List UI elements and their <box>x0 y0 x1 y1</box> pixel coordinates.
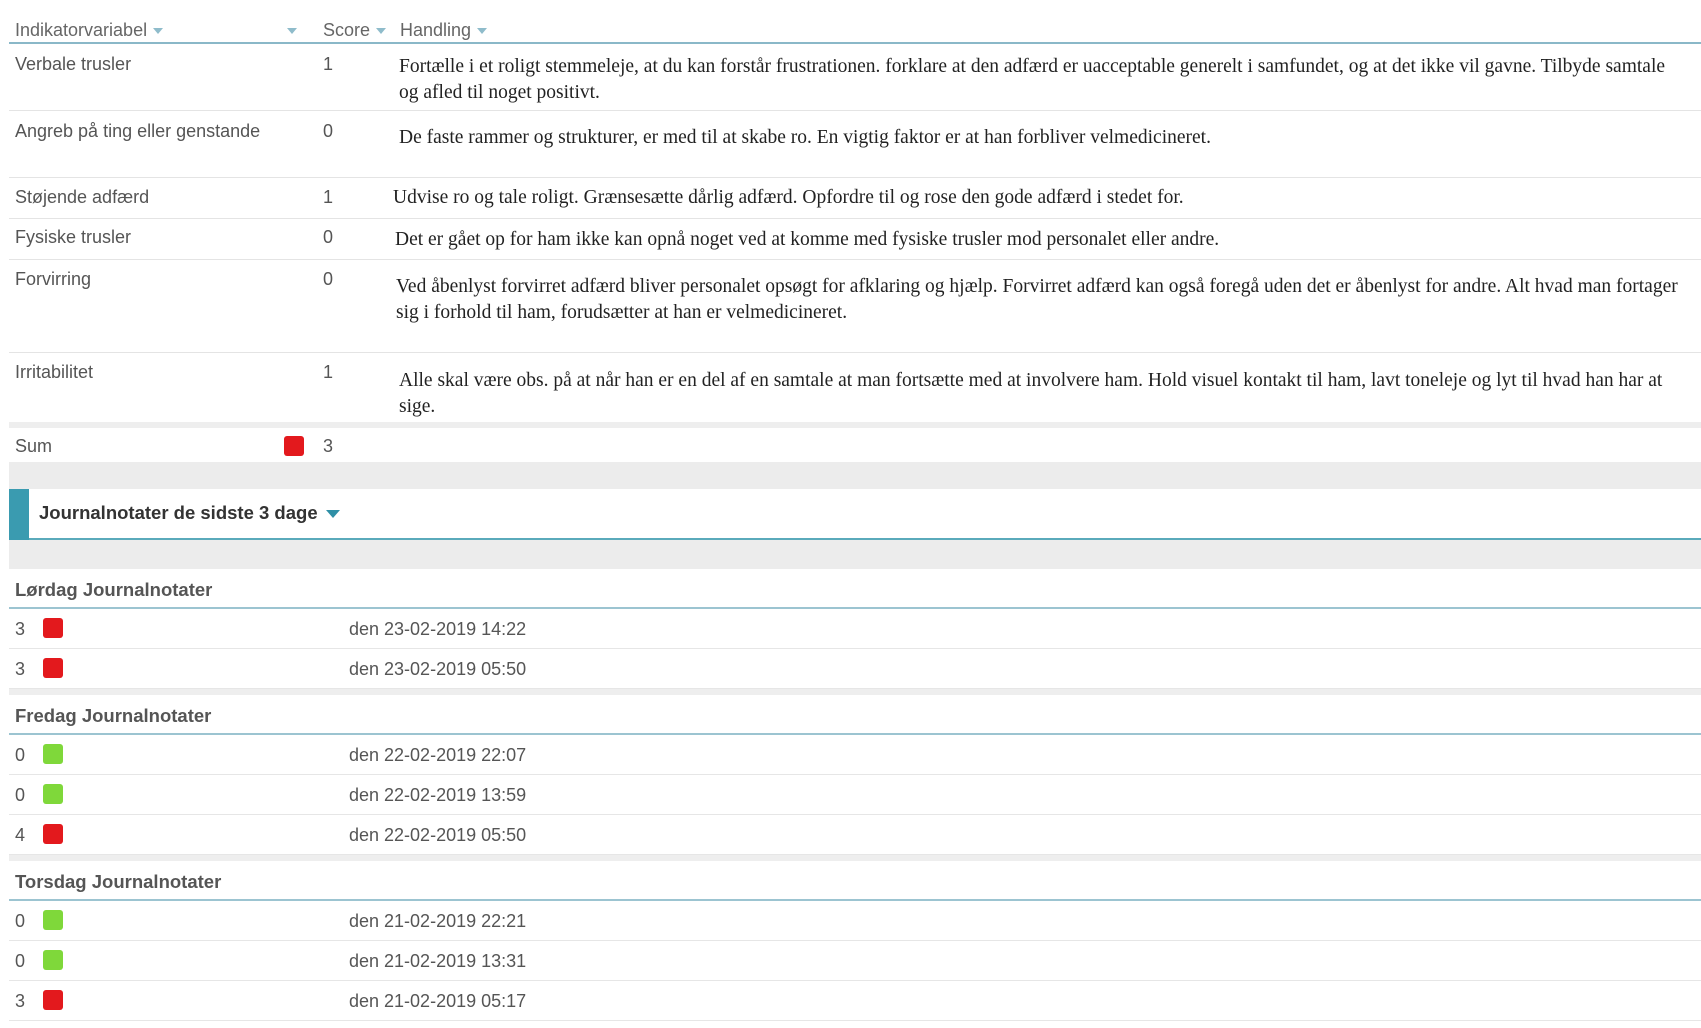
table-row: Verbale trusler 1 Fortælle i et roligt s… <box>9 44 1701 111</box>
status-indicator-icon <box>43 990 63 1010</box>
action-text: Fortælle i et roligt stemmeleje, at du k… <box>399 56 1666 103</box>
journal-entry[interactable]: 3 den 21-02-2019 05:17 <box>9 981 1701 1021</box>
indicator-score: 1 <box>323 54 334 74</box>
entry-score: 0 <box>15 785 26 805</box>
action-text: Det er gået op for ham ikke kan opnå nog… <box>395 229 1220 250</box>
status-indicator-icon <box>43 658 63 678</box>
indicator-score: 0 <box>323 269 334 289</box>
entry-date[interactable]: den 21-02-2019 22:21 <box>349 911 526 932</box>
section-title[interactable]: Journalnotater de sidste 3 dage <box>39 502 340 524</box>
day-header: Fredag Journalnotater <box>9 695 1701 735</box>
journal-entry[interactable]: 3 den 23-02-2019 14:22 <box>9 609 1701 649</box>
sort-caret-icon[interactable] <box>477 28 488 35</box>
table-header: Indikatorvariabel Score Handling <box>9 8 1701 44</box>
status-indicator-icon <box>43 950 63 970</box>
entry-score: 4 <box>15 825 26 845</box>
status-indicator-icon <box>43 744 63 764</box>
status-indicator-icon <box>43 618 63 638</box>
table-row: Irritabilitet 1 Alle skal være obs. på a… <box>9 353 1701 419</box>
entry-score: 3 <box>15 659 26 679</box>
journal-entry[interactable]: 0 den 21-02-2019 13:31 <box>9 941 1701 981</box>
collapse-caret-icon[interactable] <box>325 510 340 519</box>
table-row: Angreb på ting eller genstande 0 De fast… <box>9 111 1701 178</box>
entry-date[interactable]: den 22-02-2019 13:59 <box>349 785 526 806</box>
journal-entry[interactable]: 0 den 21-02-2019 22:21 <box>9 901 1701 941</box>
status-indicator-icon <box>284 436 304 456</box>
header-action[interactable]: Handling <box>400 20 488 41</box>
sum-label: Sum <box>15 436 53 456</box>
entry-score: 0 <box>15 911 26 931</box>
sum-value: 3 <box>323 436 334 456</box>
journal-entry[interactable]: 3 den 23-02-2019 05:50 <box>9 649 1701 689</box>
table-row: Forvirring 0 Ved åbenlyst forvirret adfæ… <box>9 260 1701 353</box>
status-indicator-icon <box>43 824 63 844</box>
column-filter[interactable] <box>281 20 297 41</box>
day-header: Torsdag Journalnotater <box>9 861 1701 901</box>
table-row: Fysiske trusler 0 Det er gået op for ham… <box>9 219 1701 260</box>
journal-section-header[interactable]: Journalnotater de sidste 3 dage <box>9 489 1701 540</box>
indicator-score: 1 <box>323 362 334 382</box>
entry-score: 0 <box>15 745 26 765</box>
header-indicator[interactable]: Indikatorvariabel <box>15 20 164 41</box>
indicator-label: Fysiske trusler <box>15 227 132 247</box>
indicator-score: 0 <box>323 227 334 247</box>
sort-caret-icon[interactable] <box>153 28 164 35</box>
section-accent-bar <box>9 489 29 540</box>
indicator-label: Verbale trusler <box>15 54 132 74</box>
indicator-label: Irritabilitet <box>15 362 94 382</box>
entry-date[interactable]: den 23-02-2019 05:50 <box>349 659 526 680</box>
action-text: Udvise ro og tale roligt. Grænsesætte då… <box>393 187 1184 208</box>
indicator-label: Støjende adfærd <box>15 187 150 207</box>
entry-score: 3 <box>15 619 26 639</box>
separator <box>9 540 1701 569</box>
indicator-score: 1 <box>323 187 334 207</box>
separator <box>9 462 1701 489</box>
indicator-label: Forvirring <box>15 269 92 289</box>
journal-entry[interactable]: 0 den 22-02-2019 22:07 <box>9 735 1701 775</box>
header-score[interactable]: Score <box>323 20 387 41</box>
action-text: Ved åbenlyst forvirret adfærd bliver per… <box>396 276 1678 323</box>
journal-entry[interactable]: 4 den 22-02-2019 05:50 <box>9 815 1701 855</box>
entry-date[interactable]: den 22-02-2019 05:50 <box>349 825 526 846</box>
entry-date[interactable]: den 22-02-2019 22:07 <box>349 745 526 766</box>
journal-entry[interactable]: 0 den 22-02-2019 13:59 <box>9 775 1701 815</box>
entry-date[interactable]: den 21-02-2019 13:31 <box>349 951 526 972</box>
page: Indikatorvariabel Score Handling Verbale… <box>9 0 1701 1028</box>
action-text: Alle skal være obs. på at når han er en … <box>399 370 1663 417</box>
filter-caret-icon[interactable] <box>287 28 297 35</box>
entry-score: 0 <box>15 951 26 971</box>
entry-date[interactable]: den 23-02-2019 14:22 <box>349 619 526 640</box>
sort-caret-icon[interactable] <box>376 28 387 35</box>
status-indicator-icon <box>43 910 63 930</box>
indicator-label: Angreb på ting eller genstande <box>15 121 261 141</box>
indicator-score: 0 <box>323 121 334 141</box>
entry-score: 3 <box>15 991 26 1011</box>
action-text: De faste rammer og strukturer, er med ti… <box>399 127 1211 148</box>
entry-date[interactable]: den 21-02-2019 05:17 <box>349 991 526 1012</box>
status-indicator-icon <box>43 784 63 804</box>
table-row: Støjende adfærd 1 Udvise ro og tale roli… <box>9 178 1701 219</box>
day-header: Lørdag Journalnotater <box>9 569 1701 609</box>
